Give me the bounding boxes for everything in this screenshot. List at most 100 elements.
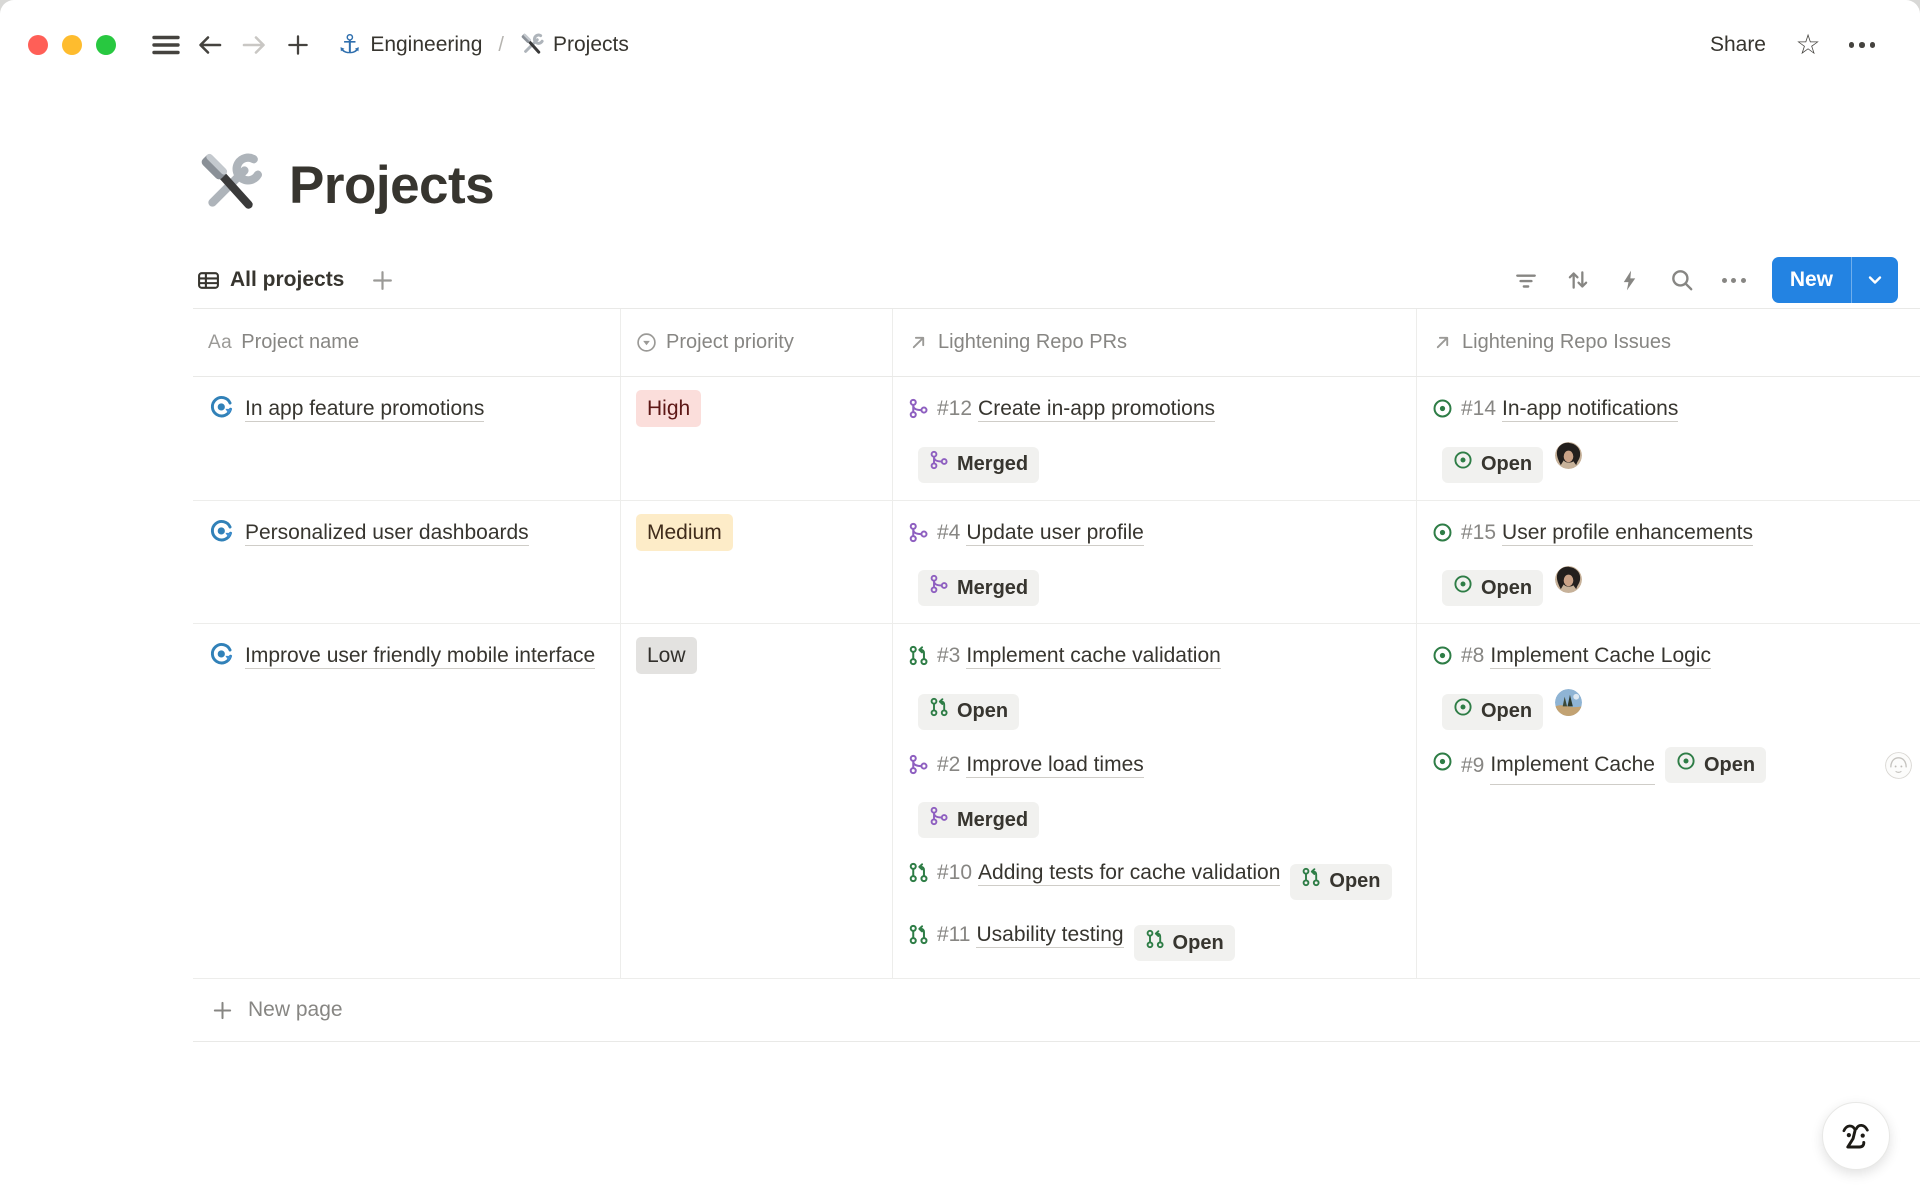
- pr-number: #11: [937, 923, 970, 946]
- table-row: Improve user friendly mobile interface L…: [193, 624, 1920, 979]
- forward-icon[interactable]: [232, 23, 276, 67]
- status-badge: Open: [1134, 925, 1235, 961]
- cell-project-priority[interactable]: Low: [621, 624, 893, 978]
- pr-link[interactable]: Implement cache validation: [966, 644, 1220, 669]
- issue-open-icon: [1432, 747, 1453, 784]
- priority-tag: Low: [636, 637, 697, 674]
- status-badge: Merged: [918, 802, 1039, 838]
- filter-icon[interactable]: [1504, 258, 1548, 302]
- issue-link[interactable]: Implement Cache Logic: [1490, 644, 1711, 669]
- cell-repo-issues[interactable]: #15 User profile enhancements Open: [1417, 501, 1920, 624]
- select-property-icon: [636, 332, 657, 353]
- pr-number: #3: [937, 644, 960, 667]
- add-view-icon[interactable]: [370, 268, 395, 293]
- column-header-repo-prs[interactable]: Lightening Repo PRs: [893, 309, 1417, 376]
- cell-project-name[interactable]: In app feature promotions: [193, 377, 621, 500]
- new-tab-icon[interactable]: [276, 23, 320, 67]
- project-page-link[interactable]: In app feature promotions: [245, 397, 484, 422]
- pr-item: #11 Usability testing Open: [908, 916, 1404, 962]
- column-header-project-name[interactable]: Aa Project name: [193, 309, 621, 376]
- pull-request-open-icon: [1145, 925, 1165, 962]
- pull-request-open-icon: [908, 641, 929, 678]
- pr-item: #2Improve load times Merged: [908, 746, 1404, 839]
- minimize-window-button[interactable]: [62, 35, 82, 55]
- pr-link[interactable]: Create in-app promotions: [978, 397, 1215, 422]
- pull-request-open-icon: [929, 693, 949, 730]
- pull-request-open-icon: [908, 858, 929, 895]
- zoom-window-button[interactable]: [96, 35, 116, 55]
- new-button-chevron-down-icon[interactable]: [1852, 257, 1898, 303]
- issue-link[interactable]: User profile enhancements: [1502, 521, 1753, 546]
- new-page-row[interactable]: New page: [193, 979, 1920, 1042]
- tab-all-projects[interactable]: All projects: [197, 262, 352, 298]
- table-header-row: Aa Project name Project priority Lighten…: [193, 308, 1920, 377]
- issue-item: #8Implement Cache Logic Open: [1432, 637, 1908, 730]
- issue-open-icon: [1453, 570, 1473, 607]
- avatar: [1555, 566, 1582, 593]
- favorite-star-icon[interactable]: ☆: [1786, 23, 1830, 67]
- status-badge: Open: [1665, 747, 1766, 783]
- automation-bolt-icon[interactable]: [1608, 258, 1652, 302]
- table-row: Personalized user dashboards Medium #4Up…: [193, 501, 1920, 625]
- cell-project-name[interactable]: Improve user friendly mobile interface: [193, 624, 621, 978]
- project-page-link[interactable]: Personalized user dashboards: [245, 521, 529, 546]
- issue-open-icon: [1453, 693, 1473, 730]
- more-options-icon[interactable]: [1840, 23, 1884, 67]
- anchor-icon: ⚓: [338, 32, 361, 58]
- cell-project-priority[interactable]: Medium: [621, 501, 893, 624]
- breadcrumb: ⚓ Engineering / Projects: [332, 28, 635, 62]
- share-button[interactable]: Share: [1700, 27, 1776, 63]
- app-window: ⚓ Engineering / Projects Share ☆ Project…: [0, 0, 1920, 1200]
- notion-ai-face-button[interactable]: [1822, 1102, 1890, 1170]
- pr-link[interactable]: Update user profile: [966, 521, 1143, 546]
- view-more-icon[interactable]: [1712, 258, 1756, 302]
- view-controls: New: [1504, 257, 1920, 303]
- column-header-project-priority[interactable]: Project priority: [621, 309, 893, 376]
- pr-link[interactable]: Adding tests for cache validation: [978, 861, 1280, 886]
- issue-link[interactable]: In-app notifications: [1502, 397, 1678, 422]
- avatar: [1555, 442, 1582, 469]
- column-header-repo-issues[interactable]: Lightening Repo Issues: [1417, 309, 1920, 376]
- view-bar: All projects New: [197, 252, 1920, 308]
- cell-repo-issues[interactable]: #14In-app notifications Open: [1417, 377, 1920, 500]
- breadcrumb-page[interactable]: Projects: [514, 29, 635, 61]
- back-icon[interactable]: [188, 23, 232, 67]
- cell-project-name[interactable]: Personalized user dashboards: [193, 501, 621, 624]
- pr-link[interactable]: Usability testing: [976, 923, 1123, 948]
- git-merge-icon: [908, 518, 929, 555]
- issue-item: #14In-app notifications Open: [1432, 390, 1908, 483]
- cell-repo-prs[interactable]: #4Update user profile Merged: [893, 501, 1417, 624]
- issue-open-icon: [1676, 747, 1696, 784]
- new-button[interactable]: New: [1772, 257, 1898, 303]
- git-merge-icon: [908, 750, 929, 787]
- project-page-link[interactable]: Improve user friendly mobile interface: [245, 644, 595, 669]
- search-icon[interactable]: [1660, 258, 1704, 302]
- topbar-actions: Share ☆: [1700, 23, 1884, 67]
- status-badge: Open: [1442, 570, 1543, 606]
- project-cycle-icon: [208, 518, 235, 557]
- cell-repo-issues[interactable]: #8Implement Cache Logic Open #9Implement…: [1417, 624, 1920, 978]
- pr-item: #4Update user profile Merged: [908, 514, 1404, 607]
- text-property-icon: Aa: [208, 332, 232, 354]
- pr-link[interactable]: Improve load times: [966, 753, 1143, 778]
- priority-tag: Medium: [636, 514, 733, 551]
- priority-tag: High: [636, 390, 701, 427]
- sort-icon[interactable]: [1556, 258, 1600, 302]
- git-merge-icon: [929, 802, 949, 839]
- issue-number: #15: [1461, 521, 1496, 544]
- issue-number: #9: [1461, 747, 1484, 784]
- cell-repo-prs[interactable]: #3 Implement cache validation Open #2Impr…: [893, 624, 1417, 978]
- cell-repo-prs[interactable]: #12 Create in-app promotions Merged: [893, 377, 1417, 500]
- cell-project-priority[interactable]: High: [621, 377, 893, 500]
- projects-table: Aa Project name Project priority Lighten…: [193, 308, 1920, 1042]
- new-button-label: New: [1772, 257, 1851, 303]
- page-icon-hammer-wrench[interactable]: [197, 152, 263, 218]
- page-title[interactable]: Projects: [289, 155, 494, 216]
- issue-link[interactable]: Implement Cache: [1490, 746, 1655, 785]
- issue-open-icon: [1432, 641, 1453, 678]
- sidebar-toggle-icon[interactable]: [144, 23, 188, 67]
- pr-number: #12: [937, 397, 972, 420]
- breadcrumb-workspace[interactable]: ⚓ Engineering: [332, 28, 488, 62]
- status-badge: Merged: [918, 447, 1039, 483]
- close-window-button[interactable]: [28, 35, 48, 55]
